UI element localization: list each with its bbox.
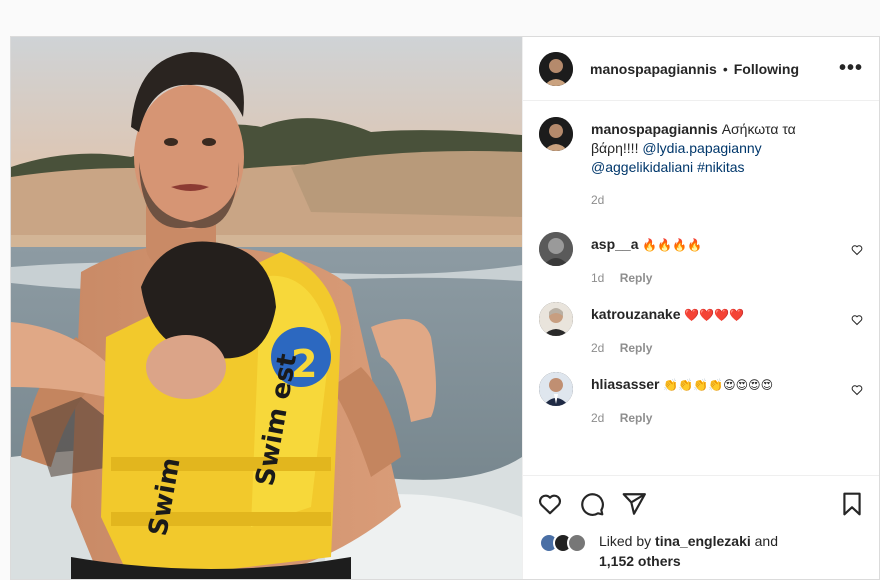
comment-meta: 2d Reply bbox=[591, 409, 839, 428]
comment-username[interactable]: katrouzanake bbox=[591, 306, 680, 322]
caption-mention-aggeliki[interactable]: @aggelikidaliani bbox=[591, 159, 693, 175]
comment-item: hliasasser 👏👏👏👏😍😍😍😍 2d Reply bbox=[539, 372, 863, 428]
comment-like-heart-icon[interactable] bbox=[851, 384, 863, 396]
post-sidebar: manospapagiannis • Following ••• manospa… bbox=[522, 37, 879, 579]
photo-illustration: 2 Swim Swim est bbox=[11, 37, 522, 579]
comment-meta: 2d Reply bbox=[591, 339, 839, 358]
post-header: manospapagiannis • Following ••• bbox=[523, 37, 879, 101]
liker-avatar bbox=[567, 533, 587, 553]
comment-like-heart-icon[interactable] bbox=[851, 244, 863, 256]
comments-fade bbox=[523, 461, 879, 475]
share-icon[interactable] bbox=[621, 491, 647, 517]
comment-time[interactable]: 2d bbox=[591, 411, 604, 425]
caption-body: manospapagiannis Ασήκωτα τα βάρη!!!! @ly… bbox=[591, 117, 863, 210]
liker-avatars[interactable] bbox=[539, 531, 595, 553]
bookmark-icon[interactable] bbox=[839, 491, 865, 517]
caption-mention-lydia[interactable]: @lydia.papagianny bbox=[642, 140, 761, 156]
liked-by-label: Liked by bbox=[599, 533, 652, 549]
commenter-avatar[interactable] bbox=[539, 302, 573, 336]
comment-body: hliasasser 👏👏👏👏😍😍😍😍 2d Reply bbox=[591, 372, 863, 428]
reply-button[interactable]: Reply bbox=[620, 341, 653, 355]
commenter-avatar[interactable] bbox=[539, 372, 573, 406]
comment-body: katrouzanake ❤️❤️❤️❤️ 2d Reply bbox=[591, 302, 863, 358]
comment-item: katrouzanake ❤️❤️❤️❤️ 2d Reply bbox=[539, 302, 863, 358]
comment-time[interactable]: 1d bbox=[591, 271, 604, 285]
heart-icon[interactable] bbox=[537, 491, 563, 517]
following-button[interactable]: Following bbox=[734, 61, 799, 77]
comments-list[interactable]: manospapagiannis Ασήκωτα τα βάρη!!!! @ly… bbox=[523, 101, 879, 475]
reply-button[interactable]: Reply bbox=[620, 271, 653, 285]
comment-item: asp__a 🔥🔥🔥🔥 1d Reply bbox=[539, 232, 863, 288]
likes-others-count[interactable]: 1,152 others bbox=[599, 553, 681, 569]
post-photo[interactable]: 2 Swim Swim est bbox=[11, 37, 522, 579]
caption-avatar[interactable] bbox=[539, 117, 573, 151]
likes-text: Liked by tina_englezaki and 1,152 others bbox=[599, 531, 778, 571]
comment-text: ❤️❤️❤️❤️ bbox=[684, 308, 745, 322]
comment-username[interactable]: asp__a bbox=[591, 236, 638, 252]
reply-button[interactable]: Reply bbox=[620, 411, 653, 425]
caption: manospapagiannis Ασήκωτα τα βάρη!!!! @ly… bbox=[539, 117, 863, 210]
caption-username[interactable]: manospapagiannis bbox=[591, 121, 718, 137]
likes-and: and bbox=[754, 533, 778, 549]
likes-summary: Liked by tina_englezaki and 1,152 others bbox=[523, 531, 879, 579]
comment-icon[interactable] bbox=[579, 491, 605, 517]
caption-hashtag[interactable]: #nikitas bbox=[697, 159, 744, 175]
post-modal: 2 Swim Swim est manospapagiannis • Follo… bbox=[10, 36, 880, 580]
comment-meta: 1d Reply bbox=[591, 269, 839, 288]
more-options-icon[interactable]: ••• bbox=[839, 57, 863, 80]
author-username[interactable]: manospapagiannis bbox=[590, 61, 717, 77]
liker-username[interactable]: tina_englezaki bbox=[655, 533, 751, 549]
commenter-avatar[interactable] bbox=[539, 232, 573, 266]
action-bar bbox=[523, 475, 879, 531]
comment-time[interactable]: 2d bbox=[591, 341, 604, 355]
separator-dot: • bbox=[722, 60, 728, 77]
comment-username[interactable]: hliasasser bbox=[591, 376, 660, 392]
comment-like-heart-icon[interactable] bbox=[851, 314, 863, 326]
comment-text: 🔥🔥🔥🔥 bbox=[642, 238, 703, 252]
comment-body: asp__a 🔥🔥🔥🔥 1d Reply bbox=[591, 232, 863, 288]
caption-meta: 2d bbox=[591, 191, 839, 210]
comment-text: 👏👏👏👏😍😍😍😍 bbox=[663, 378, 774, 392]
author-avatar[interactable] bbox=[539, 51, 573, 86]
caption-time[interactable]: 2d bbox=[591, 193, 604, 207]
